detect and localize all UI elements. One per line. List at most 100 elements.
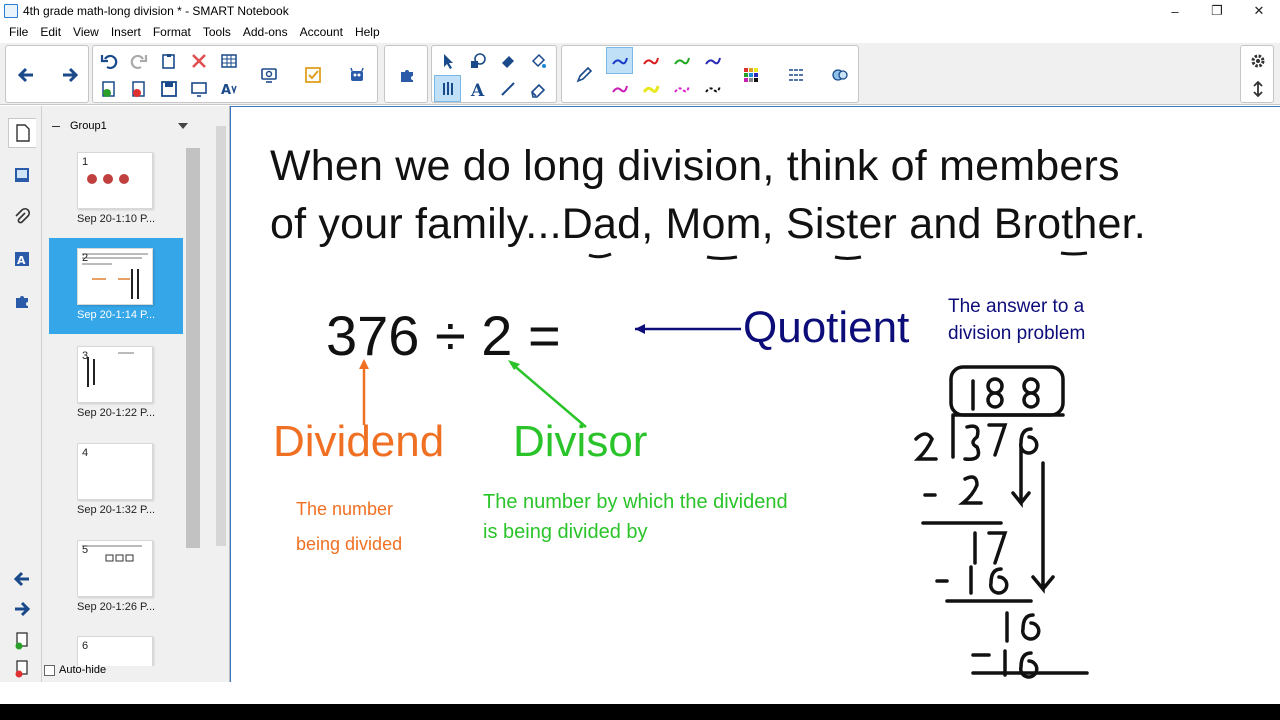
eraser-tool-button[interactable] — [524, 75, 551, 102]
group-name: Group1 — [70, 120, 107, 132]
menu-account[interactable]: Account — [294, 25, 349, 39]
notebook-canvas[interactable]: When we do long division, think of membe… — [230, 106, 1280, 682]
menu-edit[interactable]: Edit — [34, 25, 67, 39]
color-palette-button[interactable] — [737, 61, 764, 88]
undo-icon — [100, 54, 117, 69]
auto-hide-toggle[interactable]: Auto-hide — [44, 664, 106, 676]
save-disk-icon — [160, 80, 177, 97]
page-preview: 5 — [77, 540, 153, 597]
pen-type-button[interactable] — [570, 61, 597, 88]
delete-button[interactable] — [185, 47, 212, 74]
page-thumbnail-6[interactable]: 6 — [49, 626, 183, 666]
pen-green-button[interactable] — [668, 47, 695, 74]
pen-navy-button[interactable] — [699, 47, 726, 74]
previous-page-button[interactable] — [12, 61, 39, 88]
page-number: 3 — [82, 350, 89, 362]
add-ons-button[interactable] — [393, 61, 420, 88]
page-thumbnail-5[interactable]: 5 Sep 20-1:26 P... — [49, 530, 183, 626]
properties-bubbles-icon — [831, 68, 848, 81]
page-thumbnail-4[interactable]: 4 Sep 20-1:32 P... — [49, 433, 183, 529]
stroke-pink-dashed-icon — [673, 85, 690, 93]
screen-shade-button[interactable] — [255, 61, 282, 88]
pens-tool-button[interactable] — [434, 75, 461, 102]
spell-check-button[interactable]: A — [215, 75, 242, 102]
tab-attachments[interactable] — [8, 202, 36, 232]
sidebar-previous-page[interactable] — [8, 564, 36, 594]
paint-bucket-button[interactable] — [524, 47, 551, 74]
arrow-left-icon — [13, 571, 29, 587]
menu-insert[interactable]: Insert — [105, 25, 147, 39]
menu-format[interactable]: Format — [147, 25, 197, 39]
tab-gallery[interactable] — [8, 160, 36, 190]
select-tool-button[interactable] — [434, 47, 461, 74]
restore-button[interactable]: ❐ — [1196, 0, 1238, 22]
save-button[interactable] — [155, 75, 182, 102]
line-tool-button[interactable] — [494, 75, 521, 102]
menu-view[interactable]: View — [67, 25, 105, 39]
sorter-scrollbar[interactable] — [186, 148, 200, 548]
underline-brother — [1060, 251, 1088, 256]
quotient-arrowhead — [635, 324, 645, 334]
chevron-down-icon[interactable] — [178, 123, 188, 129]
page-thumbnail-3[interactable]: 3 Sep 20-1:22 P... — [49, 336, 183, 432]
menu-file[interactable]: File — [3, 25, 34, 39]
scrollbar-thumb[interactable] — [216, 126, 226, 546]
underline-mom — [706, 255, 738, 260]
page-group-header[interactable]: Group1 — [52, 120, 188, 132]
shape-tool-button[interactable] — [464, 47, 491, 74]
pen-black-dashed-button[interactable] — [699, 75, 726, 102]
menu-help[interactable]: Help — [349, 25, 386, 39]
next-page-button[interactable] — [56, 61, 83, 88]
menu-add-ons[interactable]: Add-ons — [237, 25, 294, 39]
pen-yellow-button[interactable] — [637, 75, 664, 102]
full-screen-button[interactable] — [185, 75, 212, 102]
page-thumbnail-1[interactable]: 1 Sep 20-1:10 P... — [49, 142, 183, 238]
minimize-button[interactable]: – — [1154, 0, 1196, 22]
pen-properties-button[interactable] — [826, 61, 853, 88]
page-preview: 2 — [77, 248, 153, 305]
tab-properties[interactable]: A — [8, 244, 36, 274]
tab-page-sorter[interactable] — [8, 118, 36, 148]
response-button[interactable] — [299, 61, 326, 88]
redo-button[interactable] — [125, 47, 152, 74]
stroke-navy-icon — [704, 57, 721, 65]
lab-activity-button[interactable] — [343, 61, 370, 88]
sidebar-add-page[interactable] — [8, 626, 36, 656]
color-grid-icon — [743, 67, 758, 82]
undo-button[interactable] — [95, 47, 122, 74]
toolbar-group-tools: A — [431, 45, 557, 103]
page-label: Sep 20-1:32 P... — [77, 504, 156, 516]
move-toolbar-button[interactable] — [1244, 75, 1271, 102]
pencil-icon — [576, 66, 592, 82]
auto-hide-checkbox[interactable] — [44, 664, 55, 676]
paint-bucket-icon — [531, 53, 546, 68]
close-button[interactable]: ✕ — [1238, 0, 1280, 22]
fill-tool-button[interactable] — [494, 47, 521, 74]
menu-tools[interactable]: Tools — [197, 25, 237, 39]
pen-blue-button[interactable] — [606, 47, 633, 74]
page-thumbnail-2[interactable]: 2 Sep 20-1:14 P... — [49, 238, 183, 334]
svg-text:A: A — [470, 81, 485, 99]
add-page-icon — [15, 632, 28, 650]
delete-page-button[interactable] — [125, 75, 152, 102]
divisor-description: The number by which the dividend is bein… — [483, 491, 788, 543]
sidebar-delete-page[interactable] — [8, 654, 36, 684]
tab-add-ons[interactable] — [8, 286, 36, 316]
properties-icon: A — [15, 252, 29, 267]
pen-red-button[interactable] — [637, 47, 664, 74]
stroke-yellow-icon — [642, 85, 659, 93]
page-preview: 4 — [77, 443, 153, 500]
add-page-button[interactable] — [95, 75, 122, 102]
pen-magenta-button[interactable] — [606, 75, 633, 102]
line-style-button[interactable] — [782, 61, 809, 88]
response-check-icon — [304, 66, 321, 83]
text-tool-button[interactable]: A — [464, 75, 491, 102]
insert-table-button[interactable] — [215, 47, 242, 74]
pen-pink-dashed-button[interactable] — [668, 75, 695, 102]
page-label: Sep 20-1:14 P... — [77, 309, 156, 321]
customize-toolbar-button[interactable] — [1244, 47, 1271, 74]
sidebar-next-page[interactable] — [8, 594, 36, 624]
line-icon — [500, 81, 515, 96]
canvas-scrollbar[interactable] — [212, 106, 230, 682]
paste-button[interactable] — [155, 47, 182, 74]
